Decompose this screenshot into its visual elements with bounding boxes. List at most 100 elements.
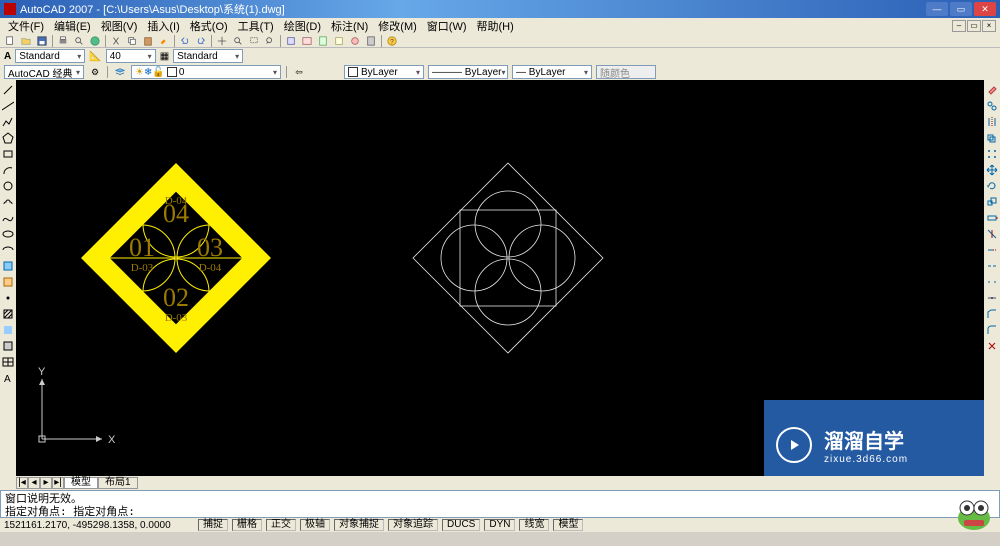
gradient-icon[interactable] (1, 323, 15, 337)
doc-close-button[interactable]: × (982, 20, 996, 32)
copy-icon[interactable] (125, 35, 139, 47)
textstyle-icon[interactable]: A (4, 51, 11, 62)
rotate-icon[interactable] (985, 179, 999, 193)
region-icon[interactable] (1, 339, 15, 353)
doc-restore-button[interactable]: ▭ (967, 20, 981, 32)
dimstyle-combo[interactable]: Standard▾ (173, 49, 243, 63)
circle-icon[interactable] (1, 179, 15, 193)
tab-last-button[interactable]: ▸| (52, 477, 64, 489)
mode-ducs[interactable]: DUCS (442, 519, 480, 531)
undo-icon[interactable] (178, 35, 192, 47)
erase-icon[interactable] (985, 83, 999, 97)
maximize-button[interactable]: ▭ (950, 2, 972, 16)
mode-otrack[interactable]: 对象追踪 (388, 519, 438, 531)
cut-icon[interactable] (109, 35, 123, 47)
copy-obj-icon[interactable] (985, 99, 999, 113)
textstyle-combo[interactable]: Standard▾ (15, 49, 85, 63)
linetype-combo[interactable]: ——— ByLayer▾ (428, 65, 508, 79)
make-block-icon[interactable] (1, 275, 15, 289)
menu-tools[interactable]: 工具(T) (234, 18, 278, 34)
move-icon[interactable] (985, 163, 999, 177)
menu-insert[interactable]: 插入(I) (143, 18, 183, 34)
workspace-settings-icon[interactable]: ⚙ (88, 66, 102, 78)
point-icon[interactable] (1, 291, 15, 305)
xline-icon[interactable] (1, 99, 15, 113)
stretch-icon[interactable] (985, 211, 999, 225)
tab-prev-button[interactable]: ◂ (28, 477, 40, 489)
mtext-icon[interactable]: A (1, 371, 15, 385)
workspace-combo[interactable]: AutoCAD 经典▾ (4, 65, 84, 79)
design-center-icon[interactable] (300, 35, 314, 47)
spline-icon[interactable] (1, 211, 15, 225)
mode-polar[interactable]: 极轴 (300, 519, 330, 531)
pan-icon[interactable] (215, 35, 229, 47)
mode-model[interactable]: 模型 (553, 519, 583, 531)
array-icon[interactable] (985, 147, 999, 161)
drawing-canvas[interactable]: 01 04 03 02 D-04 D-03 D-04 D-03 (16, 80, 984, 490)
tab-first-button[interactable]: |◂ (16, 477, 28, 489)
open-icon[interactable] (19, 35, 33, 47)
menu-view[interactable]: 视图(V) (97, 18, 142, 34)
scale-icon[interactable] (985, 195, 999, 209)
ellipse-arc-icon[interactable] (1, 243, 15, 257)
arc-icon[interactable] (1, 163, 15, 177)
mode-osnap[interactable]: 对象捕捉 (334, 519, 384, 531)
fillet-icon[interactable] (985, 323, 999, 337)
menu-file[interactable]: 文件(F) (4, 18, 48, 34)
tab-layout1[interactable]: 布局1 (98, 477, 138, 489)
tab-model[interactable]: 模型 (64, 477, 98, 489)
revcloud-icon[interactable] (1, 195, 15, 209)
mode-ortho[interactable]: 正交 (266, 519, 296, 531)
extend-icon[interactable] (985, 243, 999, 257)
zoom-icon[interactable] (231, 35, 245, 47)
tool-palette-icon[interactable] (316, 35, 330, 47)
doc-minimize-button[interactable]: – (952, 20, 966, 32)
layer-combo[interactable]: ☀❄🔓 0▾ (131, 65, 281, 79)
break-icon[interactable] (985, 275, 999, 289)
layer-prev-icon[interactable]: ⇦ (292, 66, 306, 78)
join-icon[interactable] (985, 291, 999, 305)
save-icon[interactable] (35, 35, 49, 47)
redo-icon[interactable] (194, 35, 208, 47)
dimstyle-icon[interactable]: 📐 (89, 51, 101, 62)
dim-combo[interactable]: 40▾ (106, 49, 156, 63)
sheet-set-icon[interactable] (332, 35, 346, 47)
zoom-window-icon[interactable] (247, 35, 261, 47)
paste-icon[interactable] (141, 35, 155, 47)
layer-manager-icon[interactable] (113, 66, 127, 78)
minimize-button[interactable]: — (926, 2, 948, 16)
help-icon[interactable]: ? (385, 35, 399, 47)
menu-draw[interactable]: 绘图(D) (280, 18, 325, 34)
offset-icon[interactable] (985, 131, 999, 145)
lineweight-combo[interactable]: — ByLayer▾ (512, 65, 592, 79)
insert-block-icon[interactable] (1, 259, 15, 273)
chamfer-icon[interactable] (985, 307, 999, 321)
hatch-icon[interactable] (1, 307, 15, 321)
menu-format[interactable]: 格式(O) (186, 18, 232, 34)
calc-icon[interactable] (364, 35, 378, 47)
line-icon[interactable] (1, 83, 15, 97)
table-icon[interactable] (1, 355, 15, 369)
trim-icon[interactable] (985, 227, 999, 241)
mode-dyn[interactable]: DYN (484, 519, 515, 531)
mode-grid[interactable]: 栅格 (232, 519, 262, 531)
preview-icon[interactable] (72, 35, 86, 47)
mirror-icon[interactable] (985, 115, 999, 129)
close-button[interactable]: ✕ (974, 2, 996, 16)
new-icon[interactable] (3, 35, 17, 47)
pline-icon[interactable] (1, 115, 15, 129)
match-icon[interactable] (157, 35, 171, 47)
color-combo[interactable]: ByLayer▾ (344, 65, 424, 79)
mode-lwt[interactable]: 线宽 (519, 519, 549, 531)
rectangle-icon[interactable] (1, 147, 15, 161)
properties-icon[interactable] (284, 35, 298, 47)
polygon-icon[interactable] (1, 131, 15, 145)
tablestyle-icon[interactable]: ▦ (160, 51, 169, 62)
tab-next-button[interactable]: ▸ (40, 477, 52, 489)
explode-icon[interactable] (985, 339, 999, 353)
menu-window[interactable]: 窗口(W) (423, 18, 471, 34)
menu-edit[interactable]: 编辑(E) (50, 18, 95, 34)
print-icon[interactable] (56, 35, 70, 47)
ellipse-icon[interactable] (1, 227, 15, 241)
menu-modify[interactable]: 修改(M) (374, 18, 421, 34)
